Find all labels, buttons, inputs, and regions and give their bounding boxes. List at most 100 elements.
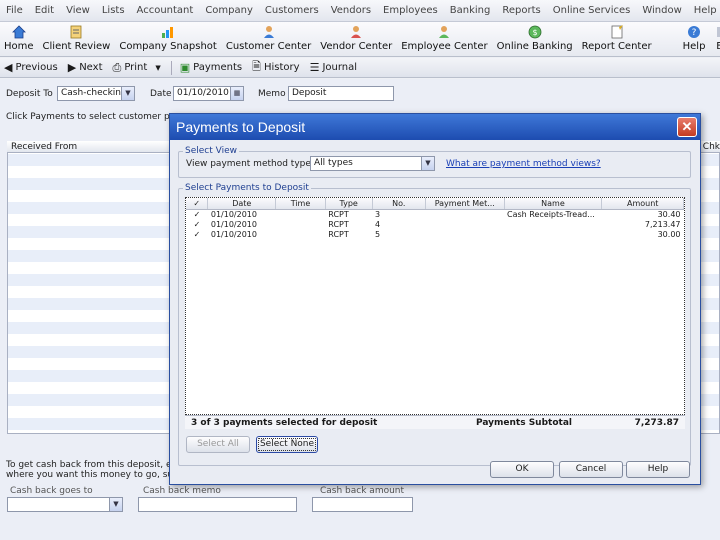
previous-label: Previous (15, 62, 58, 73)
subtotal-value: 7,273.87 (634, 418, 679, 428)
calendar-icon[interactable]: ▦ (230, 87, 243, 100)
iconbar-ea[interactable]: Ea (714, 22, 720, 52)
iconbar-company-snapshot[interactable]: Company Snapshot (119, 22, 217, 52)
iconbar-label: Vendor Center (320, 41, 393, 52)
iconbar-home[interactable]: Home (4, 22, 34, 52)
date-field[interactable]: 01/10/2010 ▦ (173, 86, 244, 101)
row-date: 01/10/2010 (210, 229, 257, 239)
help-button[interactable]: Help (626, 461, 690, 478)
menu-help[interactable]: Help (694, 5, 717, 16)
cash-back-memo-field[interactable] (138, 497, 297, 512)
iconbar-client-review[interactable]: Client Review (42, 22, 111, 52)
iconbar-online-banking[interactable]: $ Online Banking (497, 22, 573, 52)
close-icon[interactable]: ✕ (677, 117, 697, 137)
payments-to-deposit-dialog: Payments to Deposit ✕ Select View View p… (169, 113, 701, 485)
view-type-select[interactable]: All types ▼ (310, 156, 435, 171)
form-toolbar: ◀ Previous ▶ Next ⎙ Print ▼ ▣ Payments 🗎… (0, 58, 720, 78)
menu-company[interactable]: Company (205, 5, 253, 16)
select-none-button[interactable]: Select None (256, 436, 318, 453)
menu-employees[interactable]: Employees (383, 5, 438, 16)
payment-method-views-link[interactable]: What are payment method views? (446, 159, 601, 169)
menu-view[interactable]: View (66, 5, 90, 16)
ok-button[interactable]: OK (490, 461, 554, 478)
col-name[interactable]: Name (504, 198, 603, 210)
next-label: Next (79, 62, 103, 73)
dialog-title-bar[interactable]: Payments to Deposit ✕ (170, 114, 700, 140)
row-method (426, 219, 504, 229)
row-time (276, 229, 326, 239)
col-time[interactable]: Time (275, 198, 326, 210)
table-row[interactable]: ✓ 01/10/2010 RCPT 3 Cash Receipts-Tread.… (186, 209, 684, 219)
col-no[interactable]: No. (372, 198, 427, 210)
subtotal-label: Payments Subtotal (476, 418, 572, 428)
deposit-to-select[interactable]: Cash-checking ▼ (57, 86, 135, 101)
payments-grid: ✓ Date Time Type No. Payment Met... Name… (186, 198, 684, 239)
select-payments-title: Select Payments to Deposit (183, 183, 311, 193)
table-row[interactable]: ✓ 01/10/2010 RCPT 4 7,213.47 (186, 219, 684, 229)
table-header-row: ✓ Date Time Type No. Payment Met... Name… (186, 198, 684, 210)
cash-back-memo-label: Cash back memo (143, 486, 221, 496)
payments-icon: ▣ (179, 61, 191, 74)
print-button[interactable]: ⎙ Print ▼ (113, 61, 161, 75)
menu-edit[interactable]: Edit (35, 5, 54, 16)
menu-window[interactable]: Window (642, 5, 681, 16)
row-check[interactable]: ✓ (186, 219, 208, 229)
history-button[interactable]: 🗎 History (252, 58, 299, 77)
col-date[interactable]: Date (207, 198, 277, 210)
col-amount[interactable]: Amount (601, 198, 684, 210)
row-name (504, 229, 602, 239)
row-type: RCPT (328, 229, 349, 239)
row-date: 01/10/2010 (210, 219, 257, 229)
iconbar-customer-center[interactable]: Customer Center (226, 22, 311, 52)
menu-reports[interactable]: Reports (502, 5, 540, 16)
payments-table[interactable]: ✓ Date Time Type No. Payment Met... Name… (185, 197, 685, 415)
table-row[interactable]: ✓ 01/10/2010 RCPT 5 30.00 (186, 229, 684, 239)
menu-online-services[interactable]: Online Services (553, 5, 631, 16)
cash-back-account-select[interactable]: ▼ (7, 497, 123, 512)
deposit-to-label: Deposit To (6, 89, 53, 99)
printer-icon: ⎙ (112, 60, 122, 74)
memo-value: Deposit (292, 88, 327, 98)
select-all-button[interactable]: Select All (186, 436, 250, 453)
menu-file[interactable]: File (6, 5, 23, 16)
iconbar-label: Help (682, 41, 706, 52)
menu-lists[interactable]: Lists (102, 5, 125, 16)
row-name (504, 219, 602, 229)
previous-button[interactable]: ◀ Previous (4, 61, 58, 74)
iconbar-label: Client Review (42, 41, 111, 52)
iconbar-report-center[interactable]: Report Center (582, 22, 652, 52)
payments-summary-bar: 3 of 3 payments selected for deposit Pay… (185, 415, 685, 429)
menu-accountant[interactable]: Accountant (137, 5, 194, 16)
toolbar-divider (170, 60, 172, 75)
menu-banking[interactable]: Banking (450, 5, 491, 16)
menu-vendors[interactable]: Vendors (331, 5, 371, 16)
row-check[interactable]: ✓ (186, 229, 208, 239)
cash-back-amount-field[interactable] (312, 497, 413, 512)
journal-icon: ☰ (309, 61, 320, 74)
menu-customers[interactable]: Customers (265, 5, 319, 16)
next-button[interactable]: ▶ Next (68, 61, 103, 74)
report-center-icon (609, 24, 625, 40)
cancel-button[interactable]: Cancel (559, 461, 623, 478)
iconbar-help[interactable]: ? Help (682, 22, 706, 52)
icon-bar: Home Client Review Company Snapshot Cust… (0, 22, 720, 57)
iconbar-vendor-center[interactable]: Vendor Center (320, 22, 392, 52)
next-arrow-icon: ▶ (67, 61, 77, 74)
iconbar-employee-center[interactable]: Employee Center (401, 22, 488, 52)
company-snapshot-icon (160, 24, 176, 40)
col-payment-method[interactable]: Payment Met... (425, 198, 505, 210)
memo-field[interactable]: Deposit (288, 86, 394, 101)
row-type: RCPT (328, 209, 349, 219)
received-from-header: Received From (11, 142, 78, 152)
history-icon: 🗎 (252, 60, 261, 73)
payments-button[interactable]: ▣ Payments (180, 61, 242, 74)
date-label: Date (150, 89, 172, 99)
row-amount: 30.40 (657, 209, 681, 219)
col-check[interactable]: ✓ (186, 198, 209, 210)
iconbar-label: Ea (716, 41, 720, 52)
employee-center-icon (436, 24, 452, 40)
row-check[interactable]: ✓ (186, 209, 208, 219)
chevron-down-icon: ▼ (121, 87, 134, 100)
journal-button[interactable]: ☰ Journal (310, 61, 357, 74)
col-type[interactable]: Type (325, 198, 373, 210)
